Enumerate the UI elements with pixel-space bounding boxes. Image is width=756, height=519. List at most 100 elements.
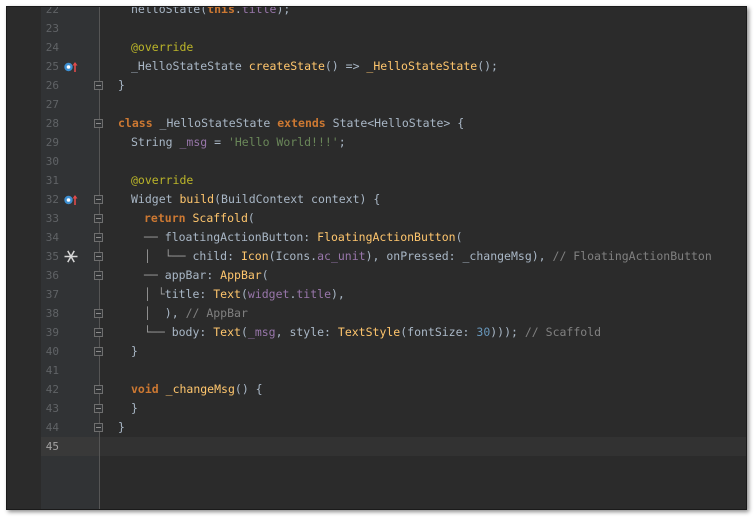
code-text: void _changeMsg() { [131, 380, 263, 399]
code-line-35[interactable]: 35 │ └── child: Icon(Icons.ac_unit), onPr… [7, 247, 746, 266]
line-number: 34 [45, 231, 59, 244]
code-token: 'Hello World!!!' [227, 135, 339, 149]
line-number: 26 [45, 79, 59, 92]
code-token: 30 [476, 325, 491, 339]
fold-toggle-icon[interactable] [94, 423, 103, 432]
line-number: 43 [45, 402, 59, 415]
code-token: . [234, 6, 242, 16]
code-line-27[interactable]: 27 [7, 95, 746, 114]
code-line-32[interactable]: 32 Widget build(BuildContext context) { [7, 190, 746, 209]
code-line-44[interactable]: 44} [7, 418, 746, 437]
code-line-38[interactable]: 38 │ ), // AppBar [7, 304, 746, 323]
code-token: this [207, 6, 235, 16]
snowflake-icon [64, 250, 78, 263]
code-text: class _HelloStateState extends State<Hel… [118, 114, 464, 133]
code-token: ))); [490, 325, 525, 339]
code-line-40[interactable]: 40} [7, 342, 746, 361]
code-token: widget [247, 287, 290, 301]
code-line-31[interactable]: 31 @override [7, 171, 746, 190]
line-number: 39 [45, 326, 59, 339]
code-token: title [241, 6, 277, 16]
code-token: helloState( [131, 6, 208, 16]
code-line-34[interactable]: 34 ── floatingActionButton: FloatingActio… [7, 228, 746, 247]
code-line-33[interactable]: 33 return Scaffold( [7, 209, 746, 228]
fold-toggle-icon[interactable] [94, 81, 103, 90]
fold-toggle-icon[interactable] [94, 309, 103, 318]
code-token: // AppBar [185, 306, 248, 320]
code-text: @override [131, 38, 193, 57]
code-token: ( [455, 230, 463, 244]
code-token: State<HelloState> { [325, 116, 465, 130]
code-line-45[interactable]: 45 [7, 437, 746, 456]
code-token: child: [192, 249, 241, 263]
code-text: Widget build(BuildContext context) { [131, 190, 380, 209]
fold-toggle-icon[interactable] [94, 328, 103, 337]
code-token: = [207, 135, 228, 149]
code-token: _HelloStateState [152, 116, 278, 130]
line-number: 40 [45, 345, 59, 358]
widget-tree-guide: │ └ [144, 287, 165, 301]
fold-toggle-icon[interactable] [94, 252, 103, 261]
code-token: } [118, 78, 125, 92]
line-number: 37 [45, 288, 59, 301]
code-token: () { [234, 382, 263, 396]
fold-toggle-icon[interactable] [94, 347, 103, 356]
code-token: (fontSize: [400, 325, 477, 339]
line-number: 36 [45, 269, 59, 282]
code-line-26[interactable]: 26} [7, 76, 746, 95]
code-token: Icon [240, 249, 269, 263]
code-line-37[interactable]: 37 │ └title: Text(widget.title), [7, 285, 746, 304]
code-line-43[interactable]: 43} [7, 399, 746, 418]
code-token: (Icons. [268, 249, 318, 263]
code-text: } [131, 342, 138, 361]
code-line-28[interactable]: 28 class _HelloStateState extends State<H… [7, 114, 746, 133]
code-token: build [179, 192, 215, 206]
code-line-30[interactable]: 30 [7, 152, 746, 171]
line-number: 32 [45, 193, 59, 206]
current-line-highlight [100, 437, 746, 456]
code-line-24[interactable]: 24 @override [7, 38, 746, 57]
fold-toggle-icon[interactable] [94, 214, 103, 223]
code-line-23[interactable]: 23 [7, 19, 746, 38]
override-marker-icon[interactable] [63, 192, 79, 207]
code-token: AppBar [220, 268, 262, 282]
code-token: (); [477, 59, 498, 73]
fold-toggle-icon[interactable] [94, 233, 103, 242]
code-token: String [131, 135, 180, 149]
code-text: └── body: Text(_msg, style: TextStyle(fo… [144, 323, 601, 342]
code-line-41[interactable]: 41 [7, 361, 746, 380]
code-token: void [131, 382, 159, 396]
line-number: 29 [45, 136, 59, 149]
code-text: } [118, 418, 125, 437]
code-token: // FloatingActionButton [552, 249, 712, 263]
code-token: () => [324, 59, 367, 73]
line-number: 25 [45, 60, 59, 73]
line-number: 44 [45, 421, 59, 434]
code-token: ( [247, 211, 255, 225]
code-token: extends [277, 116, 326, 130]
code-line-25[interactable]: 25 _HelloStateState createState() => _Hel… [7, 57, 746, 76]
fold-toggle-icon[interactable] [94, 119, 103, 128]
line-number: 41 [45, 364, 59, 377]
code-line-29[interactable]: 29 String _msg = 'Hello World!!!'; [7, 133, 746, 152]
code-text: ── appBar: AppBar( [144, 266, 269, 285]
code-line-39[interactable]: 39 └── body: Text(_msg, style: TextStyle(… [7, 323, 746, 342]
code-line-42[interactable]: 42 void _changeMsg() { [7, 380, 746, 399]
code-line-22[interactable]: 22 helloState(this.title); [7, 6, 746, 19]
code-token: ( [240, 287, 248, 301]
code-line-36[interactable]: 36 ── appBar: AppBar( [7, 266, 746, 285]
line-number: 35 [45, 250, 59, 263]
code-token: ( [240, 325, 248, 339]
line-number: 24 [45, 41, 59, 54]
line-number: 23 [45, 22, 59, 35]
code-token: Text [213, 325, 241, 339]
line-number: 28 [45, 117, 59, 130]
code-token: FloatingActionButton [317, 230, 456, 244]
fold-toggle-icon[interactable] [94, 385, 103, 394]
code-token: } [131, 344, 138, 358]
fold-toggle-icon[interactable] [94, 195, 103, 204]
fold-toggle-icon[interactable] [94, 271, 103, 280]
override-marker-icon[interactable] [63, 59, 79, 74]
code-token: ), [331, 287, 345, 301]
fold-toggle-icon[interactable] [94, 404, 103, 413]
